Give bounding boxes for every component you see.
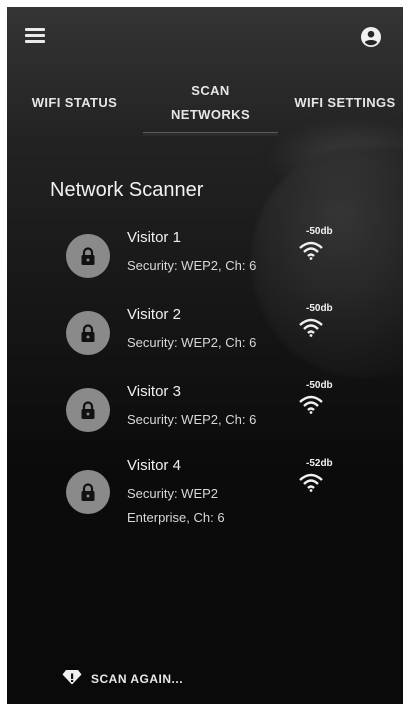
signal-strength: -50db [306, 226, 333, 237]
active-tab-indicator [143, 132, 278, 136]
tab-label: WIFI STATUS [31, 95, 118, 110]
lock-icon [66, 388, 110, 432]
page-title: Network Scanner [50, 179, 204, 201]
wifi-signal-icon [298, 394, 324, 414]
network-security-line1: Security: WEP2 [127, 486, 219, 501]
signal-strength: -50db [306, 303, 333, 314]
network-security: Security: WEP2 Enterprise, Ch: 6 [127, 482, 287, 530]
wifi-signal-icon [298, 240, 324, 260]
network-name: Visitor 2 [127, 306, 181, 323]
hamburger-menu-icon[interactable] [25, 28, 45, 44]
scan-again-button[interactable]: SCAN AGAIN... [62, 669, 183, 689]
tab-bar: WIFI STATUS SCAN NETWORKS WIFI SETTINGS [7, 73, 403, 139]
network-security: Security: WEP2, Ch: 6 [127, 335, 257, 350]
network-name: Visitor 4 [127, 457, 181, 474]
tab-label-line2: NETWORKS [170, 107, 251, 122]
network-name: Visitor 3 [127, 383, 181, 400]
app-screen: WIFI STATUS SCAN NETWORKS WIFI SETTINGS … [7, 7, 403, 704]
tab-wifi-status[interactable]: WIFI STATUS [17, 73, 132, 133]
signal-strength: -52db [306, 458, 333, 469]
network-security-line2: Enterprise, Ch: 6 [127, 510, 225, 525]
tab-label-line1: SCAN [191, 83, 230, 98]
tab-label: WIFI SETTINGS [294, 95, 396, 110]
signal-strength: -50db [306, 380, 333, 391]
lock-icon [66, 470, 110, 514]
tab-wifi-settings[interactable]: WIFI SETTINGS [287, 73, 403, 133]
network-security: Security: WEP2, Ch: 6 [127, 412, 257, 427]
network-security: Security: WEP2, Ch: 6 [127, 258, 257, 273]
network-name: Visitor 1 [127, 229, 181, 246]
wifi-signal-icon [298, 472, 324, 492]
account-circle-icon[interactable] [360, 26, 382, 48]
wifi-signal-icon [298, 317, 324, 337]
lock-icon [66, 311, 110, 355]
diamond-info-icon [62, 669, 82, 690]
top-app-bar [7, 7, 403, 67]
tab-scan-networks[interactable]: SCAN NETWORKS [143, 73, 278, 133]
scan-again-label: SCAN AGAIN... [91, 672, 184, 686]
lock-icon [66, 234, 110, 278]
